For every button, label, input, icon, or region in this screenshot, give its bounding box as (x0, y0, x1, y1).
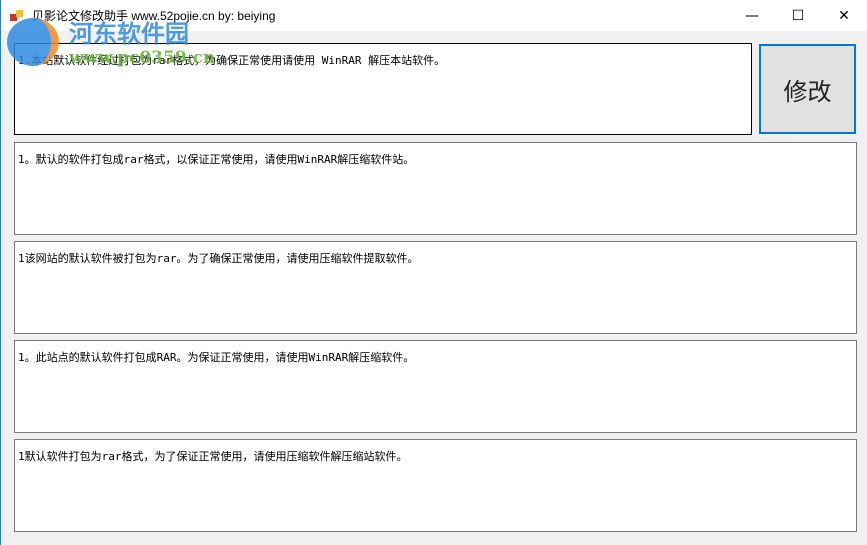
output-textbox-3[interactable]: 1。此站点的默认软件打包成RAR。为保证正常使用，请使用WinRAR解压缩软件。 (14, 340, 857, 433)
modify-button[interactable]: 修改 (759, 44, 856, 134)
app-icon (10, 9, 24, 22)
close-button[interactable]: ✕ (821, 0, 867, 31)
maximize-button[interactable]: ☐ (775, 0, 821, 31)
output-textbox-4[interactable]: 1默认软件打包为rar格式，为了保证正常使用，请使用压缩软件解压缩站软件。 (14, 439, 857, 532)
window-title: 贝影论文修改助手 www.52pojie.cn by: beiying (32, 9, 276, 23)
output-textbox-1[interactable]: 1。默认的软件打包成rar格式，以保证正常使用，请使用WinRAR解压缩软件站。 (14, 142, 857, 235)
input-textbox[interactable]: 1.本站默认软件经过打包为rar格式，为确保正常使用请使用 WinRAR 解压本… (14, 43, 752, 135)
minimize-button[interactable]: — (729, 0, 775, 31)
output-textbox-2[interactable]: 1该网站的默认软件被打包为rar。为了确保正常使用，请使用压缩软件提取软件。 (14, 241, 857, 334)
title-bar: 贝影论文修改助手 www.52pojie.cn by: beiying — ☐ … (1, 0, 867, 31)
